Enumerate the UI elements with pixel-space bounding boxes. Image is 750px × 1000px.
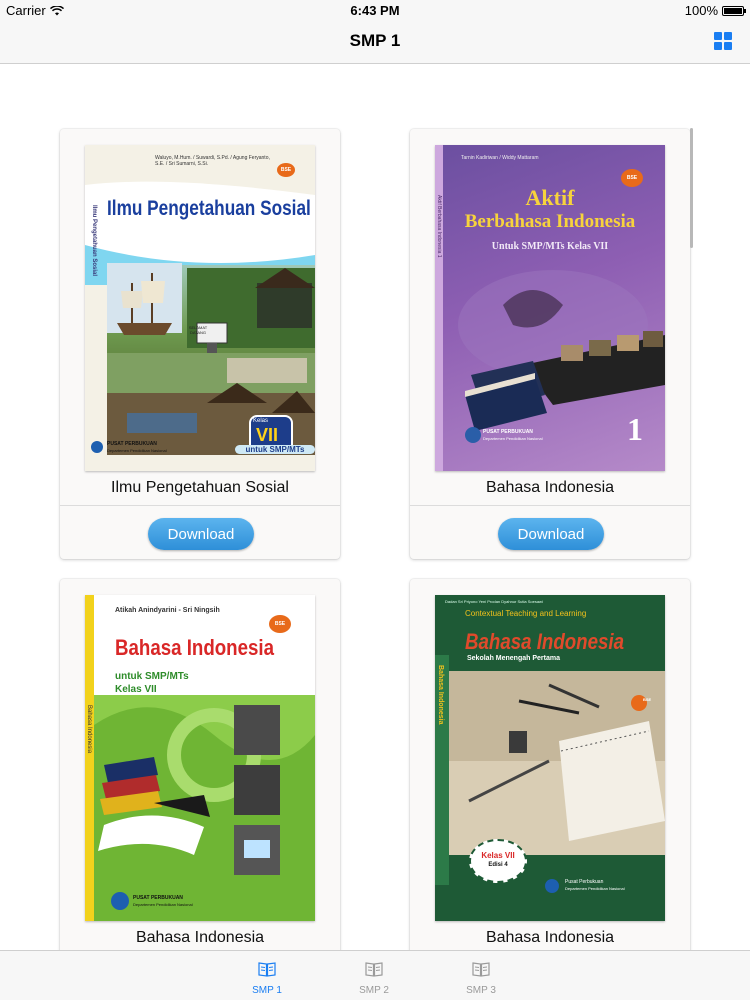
page-title: SMP 1 xyxy=(349,31,401,50)
cover-heading-2: Berbahasa Indonesia xyxy=(464,211,636,232)
book-cover[interactable]: Bahasa Indonesia Dadan Sri Priyono Yeni … xyxy=(435,595,665,921)
book-title: Ilmu Pengetahuan Sosial xyxy=(111,479,289,496)
book-cover[interactable]: Waluyo, M.Hum. / Suwardi, S.Pd. / Agung … xyxy=(85,145,315,471)
cover-subtitle: Sekolah Menengah Pertama xyxy=(467,655,560,662)
cover-subtitle-2: Kelas VII xyxy=(115,684,157,695)
download-button[interactable]: Download xyxy=(148,518,254,550)
cover-authors: Atikah Anindyarini - Sri Ningsih xyxy=(115,607,220,614)
grid-cell xyxy=(724,42,732,50)
kelas-badge: Kelas VII Edisi 4 xyxy=(469,839,527,883)
tab-label: SMP 3 xyxy=(466,985,496,996)
app-screen: Carrier 6:43 PM 100% SMP 1 Waluyo, M.Hum… xyxy=(0,0,750,1000)
cover-top-line: Contextual Teaching and Learning xyxy=(465,609,587,618)
publisher-sub: Departemen Pendidikan Nasional xyxy=(133,902,193,907)
battery-percent: 100% xyxy=(684,3,718,18)
cover-spine-strip xyxy=(85,595,94,921)
book-icon xyxy=(258,962,276,977)
cover-heading: Bahasa Indonesia xyxy=(465,629,625,654)
cover-subtitle: untuk SMP/MTs xyxy=(235,445,315,454)
status-bar: Carrier 6:43 PM 100% xyxy=(0,0,750,20)
book-card: Bahasa Indonesia Dadan Sri Priyono Yeni … xyxy=(410,579,690,950)
tab-label: SMP 2 xyxy=(359,985,389,996)
bse-badge: BSE xyxy=(643,697,652,702)
edisi-label: Edisi 4 xyxy=(488,862,508,868)
publisher-name: Pusat Perbukuan xyxy=(565,879,604,885)
publisher-logo xyxy=(91,441,103,453)
navigation-bar: SMP 1 xyxy=(0,20,750,64)
download-button[interactable]: Download xyxy=(498,518,604,550)
cover-authors: Waluyo, M.Hum. / Suwardi, S.Pd. / Agung … xyxy=(155,155,270,167)
publisher-name: PUSAT PERBUKUAN xyxy=(133,895,183,901)
bse-badge: BSE xyxy=(269,615,291,633)
card-divider xyxy=(410,505,690,506)
book-icon xyxy=(472,962,490,977)
battery-icon xyxy=(722,5,746,16)
cover-subtitle-1: untuk SMP/MTs xyxy=(115,671,189,682)
cover-spine: Bahasa Indonesia xyxy=(86,705,92,754)
cover-heading-1: Aktif xyxy=(525,185,575,210)
book-cover[interactable]: Bahasa Indonesia Atikah Anindyarini - Sr… xyxy=(85,595,315,921)
book-title: Bahasa Indonesia xyxy=(485,929,615,946)
cover-spine: Bahasa Indonesia xyxy=(437,665,444,725)
grid-icon[interactable] xyxy=(714,32,732,50)
battery-level xyxy=(724,7,742,14)
publisher-sub: Departemen Pendidikan Nasional xyxy=(483,436,543,441)
publisher-logo xyxy=(545,879,559,893)
cover-authors: Tarnin Kadiriwan / Widdy Mattaram xyxy=(461,155,539,161)
book-title: Bahasa Indonesia xyxy=(485,479,615,496)
book-grid[interactable]: Waluyo, M.Hum. / Suwardi, S.Pd. / Agung … xyxy=(0,64,750,950)
book-card: Waluyo, M.Hum. / Suwardi, S.Pd. / Agung … xyxy=(60,129,340,559)
status-right: 100% xyxy=(684,3,746,18)
cover-volume-number: 1 xyxy=(627,411,643,447)
cover-subtitle: Untuk SMP/MTs Kelas VII xyxy=(491,241,609,252)
scroll-indicator[interactable] xyxy=(690,128,693,248)
kelas-number: VII xyxy=(256,425,279,445)
tab-smp-2[interactable]: SMP 2 xyxy=(334,957,414,998)
book-card: Bahasa Indonesia Atikah Anindyarini - Sr… xyxy=(60,579,340,950)
tab-smp-3[interactable]: SMP 3 xyxy=(441,957,521,998)
cover-illustration xyxy=(449,671,665,855)
tab-bar: SMP 1 SMP 2 SMP 3 xyxy=(0,950,750,1000)
book-card: Aktif Berbahasa Indonesia 1 Tarnin Kadir… xyxy=(410,129,690,559)
tab-label: SMP 1 xyxy=(252,985,282,996)
publisher-sub: Departemen Pendidikan Nasional xyxy=(107,448,167,453)
book-cover[interactable]: Aktif Berbahasa Indonesia 1 Tarnin Kadir… xyxy=(435,145,665,471)
cover-heading: Ilmu Pengetahuan Sosial xyxy=(107,197,311,220)
book-title: Bahasa Indonesia xyxy=(135,929,265,946)
publisher-name: PUSAT PERBUKUAN xyxy=(107,441,157,447)
status-time: 6:43 PM xyxy=(350,3,400,18)
cover-heading: Bahasa Indonesia xyxy=(115,635,275,660)
cover-authors: Dadan Sri Priyono Yeni Prodan Dyahnur Su… xyxy=(445,599,543,604)
kelas-label: Kelas VII xyxy=(481,851,515,860)
publisher-sub: Departemen Pendidikan Nasional xyxy=(565,886,625,891)
tab-smp-1[interactable]: SMP 1 xyxy=(227,957,307,998)
publisher-name: PUSAT PERBUKUAN xyxy=(483,429,533,435)
cover-spine: Ilmu Pengetahuan Sosial xyxy=(91,205,97,277)
grid-cell xyxy=(714,42,722,50)
cover-sign: SELAMAT DATANG xyxy=(188,325,208,335)
cover-illustration xyxy=(94,695,315,921)
grid-cell xyxy=(714,32,722,40)
grid-cell xyxy=(724,32,732,40)
book-icon xyxy=(365,962,383,977)
card-divider xyxy=(60,505,340,506)
kelas-small-label: Kelas xyxy=(253,418,269,424)
